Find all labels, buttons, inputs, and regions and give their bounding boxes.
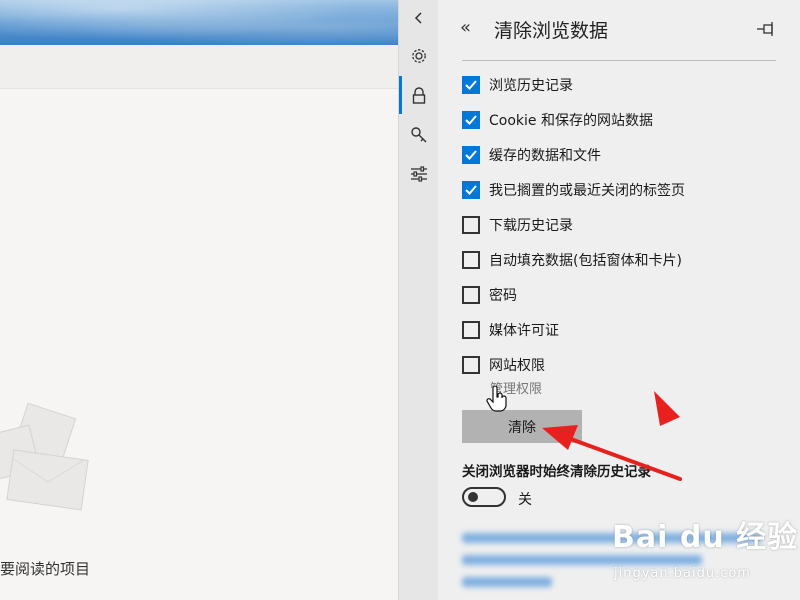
option-set-aside-tabs[interactable]: 我已搁置的或最近关闭的标签页 [462,179,685,201]
reading-list-illustration [0,402,89,511]
lock-icon [412,87,426,104]
chevron-left-icon [414,12,422,24]
toggle-state-label: 关 [518,492,532,508]
checkbox[interactable] [462,356,480,374]
checkmark-icon [465,80,477,90]
option-cached-data[interactable]: 缓存的数据和文件 [462,144,601,166]
checkbox[interactable] [462,251,480,269]
hand-cursor-icon [486,386,507,412]
checkbox[interactable] [462,321,480,339]
panel-header: « 清除浏览数据 [438,0,800,60]
browser-content-area: 要阅读的项目 [0,0,398,600]
settings-button[interactable] [399,38,439,74]
always-clear-label: 关闭浏览器时始终清除历史记录 [462,464,651,480]
clear-button[interactable]: 清除 [462,410,582,443]
reading-list-caption: 要阅读的项目 [0,560,91,578]
always-clear-toggle[interactable] [462,487,506,507]
header-banner-image [0,0,398,45]
collapse-panel-button[interactable] [399,0,439,36]
checkbox[interactable] [462,216,480,234]
option-browsing-history[interactable]: 浏览历史记录 [462,74,573,96]
advanced-settings-button[interactable] [399,156,439,192]
option-cookies[interactable]: Cookie 和保存的网站数据 [462,109,653,131]
checkmark-icon [465,185,477,195]
option-label: 下载历史记录 [489,218,573,234]
privacy-security-button[interactable] [399,78,439,114]
option-label: 密码 [489,288,517,304]
pin-icon[interactable] [756,20,778,38]
checkbox[interactable] [462,76,480,94]
option-label: 媒体许可证 [489,323,559,339]
checkbox[interactable] [462,286,480,304]
checkbox[interactable] [462,181,480,199]
option-label: 网站权限 [489,358,545,374]
option-label: 我已搁置的或最近关闭的标签页 [489,183,685,199]
option-media-licenses[interactable]: 媒体许可证 [462,319,559,341]
page-title: 清除浏览数据 [494,20,609,42]
option-download-history[interactable]: 下载历史记录 [462,214,573,236]
option-label: 浏览历史记录 [489,78,573,94]
checkbox[interactable] [462,146,480,164]
gear-icon [412,49,426,63]
toggle-knob [468,492,478,502]
checkbox[interactable] [462,111,480,129]
back-button[interactable]: « [460,16,480,40]
checkmark-icon [465,150,477,160]
option-label: 缓存的数据和文件 [489,148,601,164]
baidu-watermark: Bai du 经验 jingyan.baidu.com [612,512,798,600]
option-label: 自动填充数据(包括窗体和卡片) [489,253,682,269]
clear-browsing-data-panel: « 清除浏览数据 浏览历史记录 Cookie 和保存的网站数据 缓存的数据和文件… [438,0,800,600]
option-autofill[interactable]: 自动填充数据(包括窗体和卡片) [462,249,682,271]
hub-toolbar [0,45,398,89]
option-site-permissions[interactable]: 网站权限 [462,354,545,376]
option-passwords[interactable]: 密码 [462,284,517,306]
header-divider [462,60,776,61]
sliders-icon [411,166,427,182]
passwords-button[interactable] [399,117,439,153]
watermark-url: jingyan.baidu.com [614,566,751,581]
settings-icon-rail [398,0,439,600]
watermark-brand: Bai du 经验 [612,520,799,555]
option-label: Cookie 和保存的网站数据 [489,113,653,129]
key-icon [411,127,427,143]
checkmark-icon [465,115,477,125]
